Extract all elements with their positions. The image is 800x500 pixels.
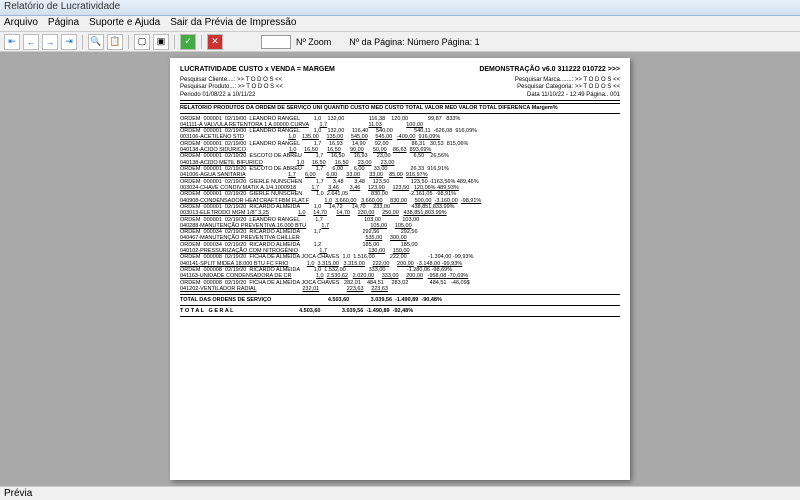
toolbar: ⇤ ← → ⇥ 🔍 📋 ▢ ▣ ✓ ✕ Nº Zoom Nº da Página… xyxy=(0,32,800,52)
separator xyxy=(174,35,175,49)
first-page-button[interactable]: ⇤ xyxy=(4,34,20,50)
next-page-button[interactable]: → xyxy=(42,34,58,50)
menu-bar: Arquivo Página Suporte e Ajuda Sair da P… xyxy=(0,16,800,32)
report-title-left: LUCRATIVIDADE CUSTO x VENDA = MARGEM xyxy=(180,66,335,74)
report-date: Data 11/10/22 - 12:49 Página.. 001 xyxy=(527,92,620,99)
column-header: RELATORIO PRODUTOS DA ORDEM DE SERVIÇO U… xyxy=(180,103,620,113)
filter-categoria: Pesquisar Categoria: >> T O D O S << xyxy=(517,84,620,91)
menu-arquivo[interactable]: Arquivo xyxy=(4,17,38,30)
report-row: TOTAL DAS ORDENS DE SERVIÇO 4.503,60 3.0… xyxy=(180,297,620,303)
fit-page-button[interactable]: ▢ xyxy=(134,34,150,50)
report-row: 041202-VENTILADOR RADIAL 232,01 223,63 2… xyxy=(180,286,620,295)
separator xyxy=(201,35,202,49)
menu-sair[interactable]: Sair da Prévia de Impressão xyxy=(170,17,296,30)
preview-viewport[interactable]: LUCRATIVIDADE CUSTO x VENDA = MARGEM DEM… xyxy=(0,52,800,486)
report-body: ORDEM 000001 02/19/00 LEANDRO RANGEL 1,0… xyxy=(180,116,620,317)
last-page-button[interactable]: ⇥ xyxy=(61,34,77,50)
filter-marca: Pesquisar Marca.......: >> T O D O S << xyxy=(515,77,620,84)
menu-pagina[interactable]: Página xyxy=(48,17,79,30)
menu-suporte[interactable]: Suporte e Ajuda xyxy=(89,17,160,30)
title-bar: Relatório de Lucratividade xyxy=(0,0,800,16)
zoom-input[interactable] xyxy=(261,35,291,49)
status-text: Prévia xyxy=(4,488,32,499)
prev-page-button[interactable]: ← xyxy=(23,34,39,50)
export-button[interactable]: ✓ xyxy=(180,34,196,50)
filter-periodo: Periodo 01/08/22 a 10/11/22 xyxy=(180,92,255,99)
search-button[interactable]: 🔍 xyxy=(88,34,104,50)
report-row: T O T A L G E R A L 4.503,60 3.039,56 -1… xyxy=(180,305,620,317)
copy-button[interactable]: 📋 xyxy=(107,34,123,50)
window-title: Relatório de Lucratividade xyxy=(4,1,120,12)
page-number-label: Nº da Página: Número Página: 1 xyxy=(349,37,479,47)
separator xyxy=(82,35,83,49)
fit-width-button[interactable]: ▣ xyxy=(153,34,169,50)
status-bar: Prévia xyxy=(0,486,800,500)
report-page: LUCRATIVIDADE CUSTO x VENDA = MARGEM DEM… xyxy=(170,58,630,480)
close-button[interactable]: ✕ xyxy=(207,34,223,50)
separator xyxy=(128,35,129,49)
filter-produto: Pesquisar Produto...: >> T O D O S << xyxy=(180,84,283,91)
report-title-right: DEMONSTRAÇÃO v6.0 311222 010722 >>> xyxy=(479,66,620,74)
zoom-label: Nº Zoom xyxy=(296,37,331,47)
filter-cliente: Pesquisar Cliente....: >> T O D O S << xyxy=(180,77,282,84)
